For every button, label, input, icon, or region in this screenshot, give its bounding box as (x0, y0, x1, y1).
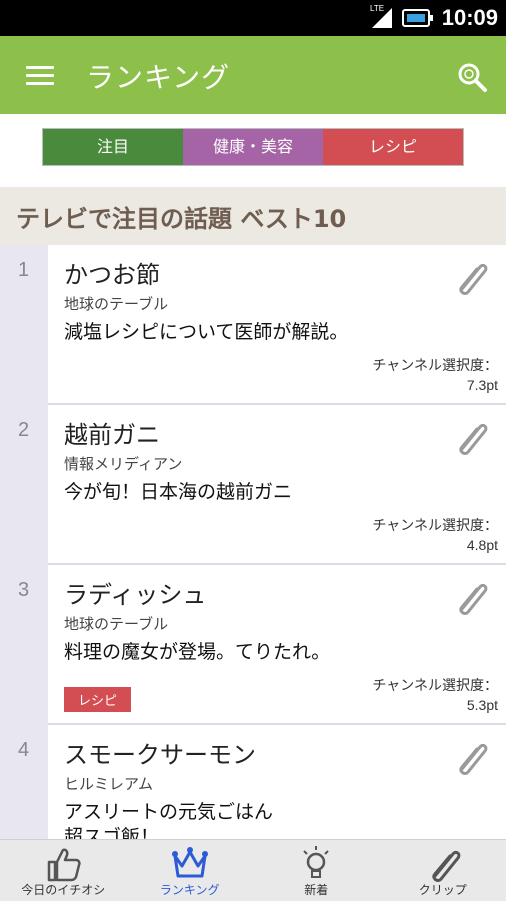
paperclip-icon[interactable] (448, 415, 492, 459)
item-description-line2: 超スゴ飯！ (64, 822, 159, 839)
nav-ranking[interactable]: ランキング (127, 840, 254, 901)
rank-number: 2 (18, 419, 29, 442)
bottom-nav: 今日のイチオシ ランキング 新着 クリップ (0, 839, 506, 901)
nav-label: 今日のイチオシ (0, 881, 127, 898)
program-name: 情報メリディアン (64, 453, 182, 474)
item-card[interactable]: 越前ガニ 情報メリディアン 今が旬！日本海の越前ガニ チャンネル選択度： 4.8… (48, 405, 506, 565)
item-name: 越前ガニ (64, 415, 160, 450)
rank-number: 3 (18, 579, 29, 602)
program-name: ヒルミレアム (64, 773, 153, 794)
nav-label: クリップ (380, 881, 506, 898)
channel-score-label: チャンネル選択度： (372, 675, 498, 695)
item-description: 今が旬！日本海の越前ガニ (64, 477, 292, 504)
item-description: 減塩レシピについて医師が解説。 (64, 317, 348, 344)
app-bar: ランキング (0, 36, 506, 114)
ranking-list: 1 かつお節 地球のテーブル 減塩レシピについて医師が解説。 チャンネル選択度：… (0, 245, 506, 839)
nav-clip[interactable]: クリップ (380, 840, 506, 901)
item-card[interactable]: スモークサーモン ヒルミレアム アスリートの元気ごはん 超スゴ飯！ (48, 725, 506, 839)
paperclip-icon[interactable] (448, 735, 492, 779)
recipe-tag: レシピ (64, 687, 131, 712)
section-title: テレビで注目の話題 ベスト10 (16, 199, 346, 234)
program-name: 地球のテーブル (64, 613, 168, 634)
channel-score-label: チャンネル選択度： (372, 355, 498, 375)
section-header: テレビで注目の話題 ベスト10 (0, 187, 506, 245)
channel-score-value: 5.3pt (467, 697, 498, 713)
item-name: かつお節 (64, 255, 160, 290)
list-item[interactable]: 1 かつお節 地球のテーブル 減塩レシピについて医師が解説。 チャンネル選択度：… (0, 245, 506, 405)
paperclip-icon (423, 844, 463, 884)
signal-icon (370, 6, 394, 30)
nav-today-pick[interactable]: 今日のイチオシ (0, 840, 127, 901)
page-title: ランキング (86, 56, 230, 96)
tab-health-beauty[interactable]: 健康・美容 (183, 129, 323, 165)
list-item[interactable]: 3 ラディッシュ 地球のテーブル 料理の魔女が登場。てりたれ。 レシピ チャンネ… (0, 565, 506, 725)
rank-number: 1 (18, 259, 29, 282)
clock: 10:09 (442, 5, 498, 31)
category-tabs: 注目 健康・美容 レシピ (42, 128, 464, 166)
channel-score-value: 4.8pt (467, 537, 498, 553)
program-name: 地球のテーブル (64, 293, 168, 314)
item-description: 料理の魔女が登場。てりたれ。 (64, 637, 330, 664)
menu-icon[interactable] (26, 66, 54, 86)
tab-attention[interactable]: 注目 (43, 129, 183, 165)
paperclip-icon[interactable] (448, 255, 492, 299)
list-item[interactable]: 2 越前ガニ 情報メリディアン 今が旬！日本海の越前ガニ チャンネル選択度： 4… (0, 405, 506, 565)
nav-new[interactable]: 新着 (253, 840, 380, 901)
list-item[interactable]: 4 スモークサーモン ヒルミレアム アスリートの元気ごはん 超スゴ飯！ (0, 725, 506, 839)
nav-label: ランキング (127, 881, 254, 898)
rank-number: 4 (18, 739, 29, 762)
battery-icon (402, 9, 430, 27)
crown-icon (170, 844, 210, 884)
item-card[interactable]: かつお節 地球のテーブル 減塩レシピについて医師が解説。 チャンネル選択度： 7… (48, 245, 506, 405)
search-icon[interactable] (457, 62, 487, 92)
channel-score-label: チャンネル選択度： (372, 515, 498, 535)
lightbulb-icon (296, 844, 336, 884)
tab-recipe[interactable]: レシピ (323, 129, 463, 165)
thumbs-up-icon (43, 844, 83, 884)
item-description: アスリートの元気ごはん (64, 797, 273, 824)
paperclip-icon[interactable] (448, 575, 492, 619)
nav-label: 新着 (253, 881, 380, 898)
channel-score-value: 7.3pt (467, 377, 498, 393)
item-name: ラディッシュ (64, 575, 206, 610)
status-bar: LTE 10:09 (0, 0, 506, 36)
item-name: スモークサーモン (64, 735, 256, 770)
item-card[interactable]: ラディッシュ 地球のテーブル 料理の魔女が登場。てりたれ。 レシピ チャンネル選… (48, 565, 506, 725)
